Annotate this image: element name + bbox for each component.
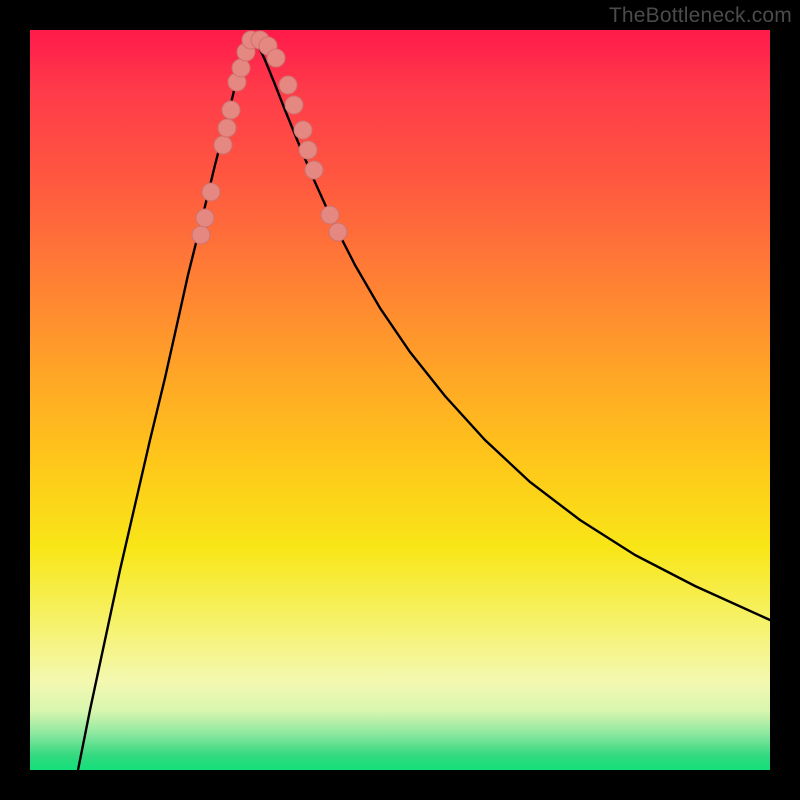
data-point-marker [285,96,303,114]
data-point-marker [222,101,240,119]
marker-group [192,31,347,244]
chart-frame: TheBottleneck.com [0,0,800,800]
watermark-text: TheBottleneck.com [609,4,792,28]
data-point-marker [305,161,323,179]
data-point-marker [267,49,285,67]
data-point-marker [192,226,210,244]
data-point-marker [196,209,214,227]
data-point-marker [214,136,232,154]
data-point-marker [232,59,250,77]
data-point-marker [329,223,347,241]
chart-svg [30,30,770,770]
data-point-marker [202,183,220,201]
data-point-marker [294,121,312,139]
data-point-marker [218,119,236,137]
data-point-marker [299,141,317,159]
data-point-marker [279,76,297,94]
plot-area [30,30,770,770]
data-point-marker [321,206,339,224]
curve-right-branch [253,35,770,620]
